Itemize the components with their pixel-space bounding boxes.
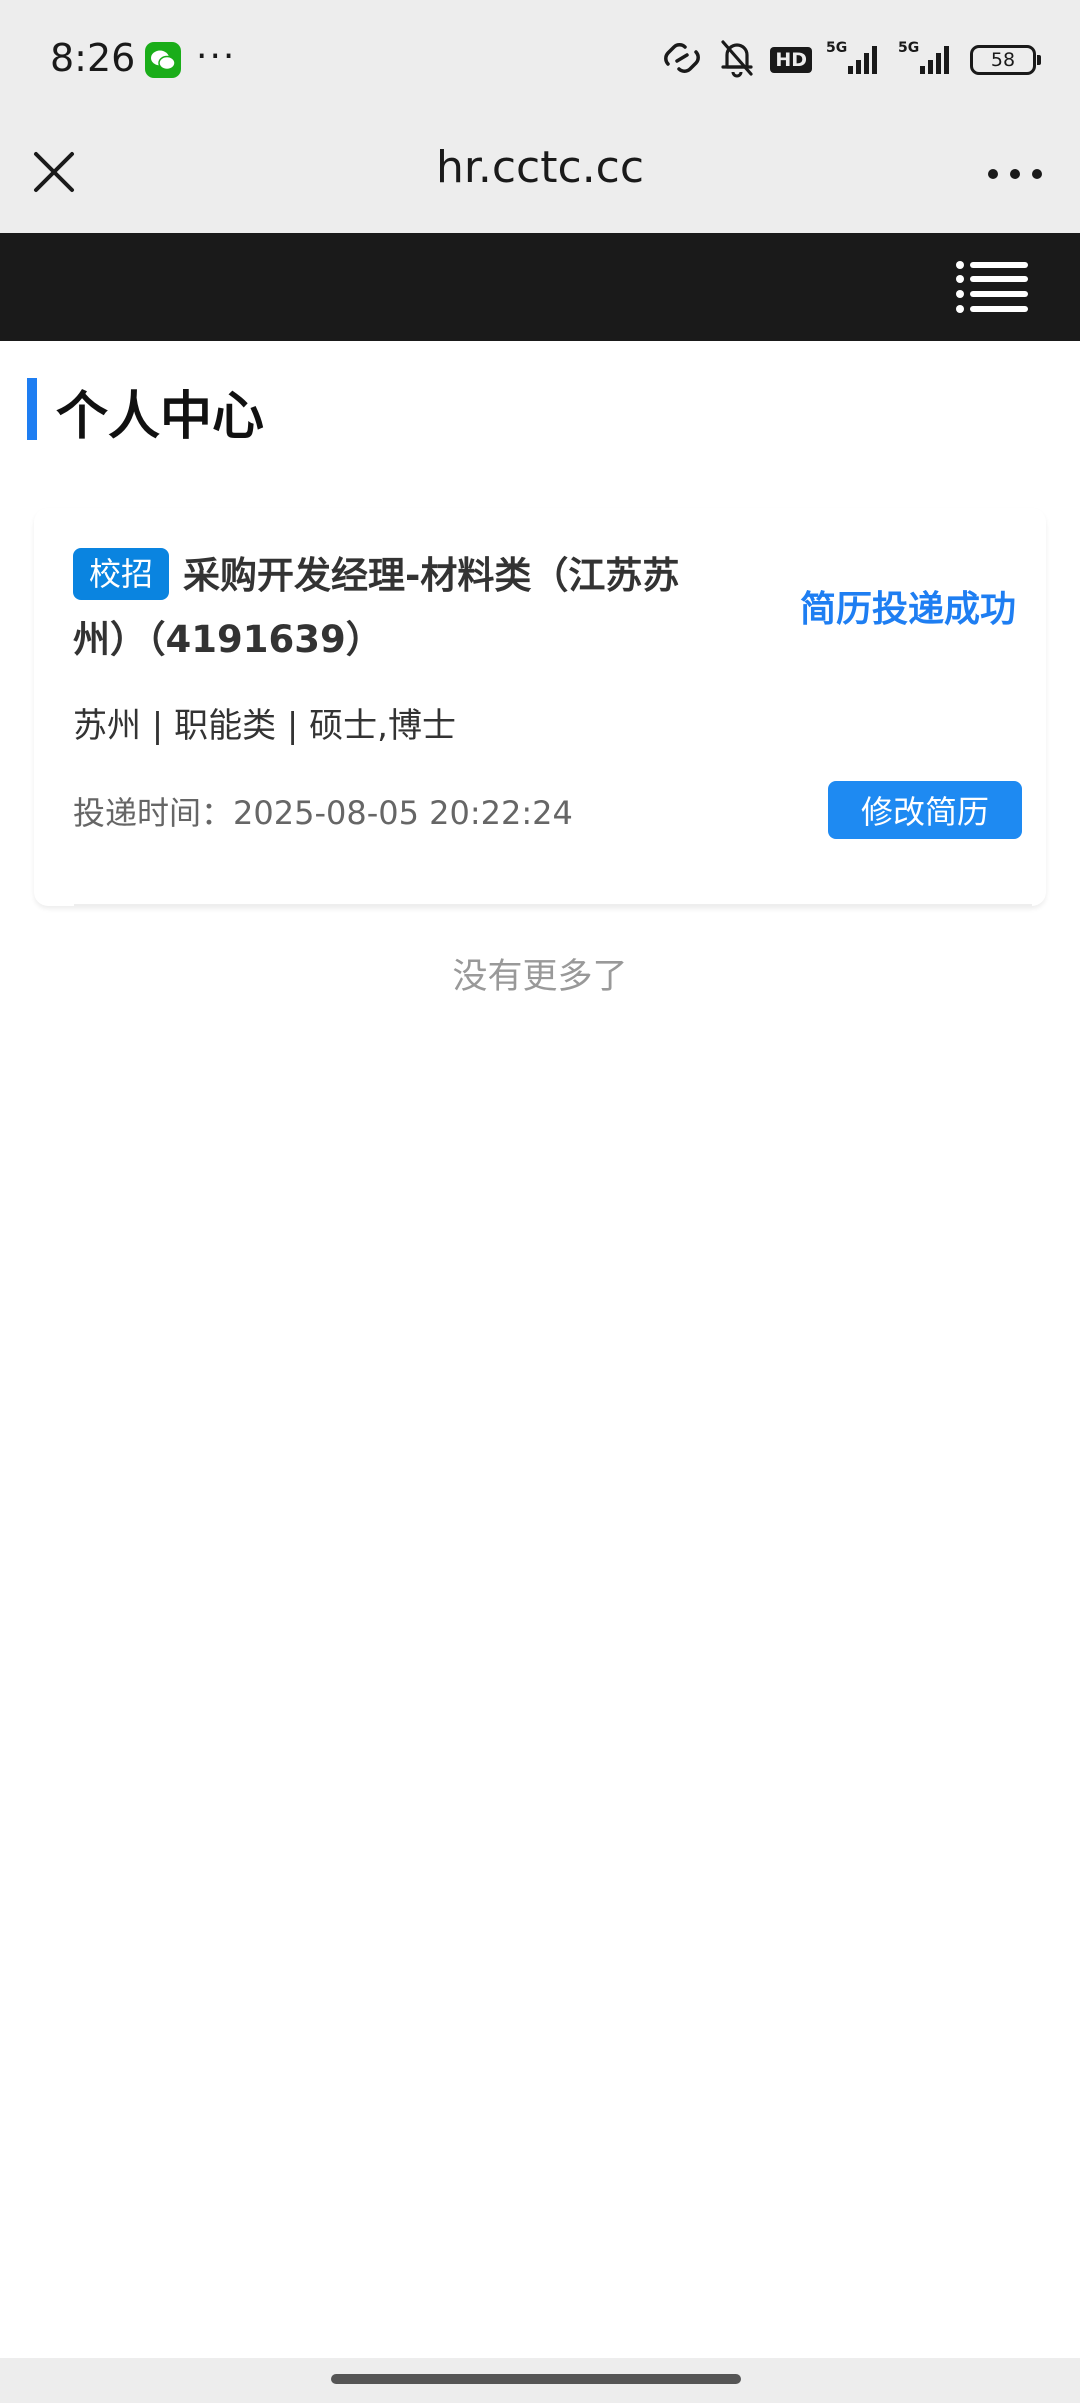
page-title: 个人中心 [56, 387, 265, 447]
signal-5g-icon: 5G [898, 38, 956, 82]
campus-recruit-tag: 校招 [73, 548, 170, 600]
submit-time: 投递时间：2025-08-05 20:22:24 [73, 794, 573, 832]
bell-muted-icon [718, 38, 756, 82]
battery-level: 58 [990, 49, 1016, 71]
status-time: 8:26 [50, 36, 136, 80]
status-bar: 8:26 ··· HD 5G 5G 58 [0, 0, 1080, 120]
menu-list-icon[interactable] [954, 257, 1030, 317]
page-url-title: hr.cctc.cc [435, 142, 645, 193]
application-card[interactable]: 校招 采购开发经理-材料类（江苏苏州）（4191639） 简历投递成功 苏州 | … [34, 508, 1046, 906]
svg-text:5G: 5G [826, 40, 847, 56]
job-title-block[interactable]: 校招 采购开发经理-材料类（江苏苏州）（4191639） [73, 544, 733, 672]
page-title-accent [27, 378, 37, 440]
battery-icon: 58 [970, 45, 1041, 75]
browser-title-bar: hr.cctc.cc [0, 120, 1080, 233]
status-more-indicator: ··· [196, 36, 237, 77]
card-divider [74, 904, 1032, 906]
gesture-bar [0, 2358, 1080, 2403]
edit-resume-button[interactable]: 修改简历 [828, 781, 1022, 839]
link-icon [660, 38, 704, 82]
svg-text:5G: 5G [898, 40, 919, 56]
list-end-text: 没有更多了 [452, 957, 628, 997]
home-indicator[interactable] [331, 2374, 741, 2384]
application-status: 简历投递成功 [799, 589, 1016, 630]
more-horizontal-icon[interactable] [980, 146, 1050, 202]
wechat-icon [145, 42, 181, 78]
site-header [0, 233, 1080, 341]
job-meta: 苏州 | 职能类 | 硕士,博士 [73, 706, 456, 746]
signal-5g-icon: 5G [826, 38, 884, 82]
status-icons: HD 5G 5G 58 [660, 38, 1041, 82]
hd-icon: HD [770, 47, 812, 73]
